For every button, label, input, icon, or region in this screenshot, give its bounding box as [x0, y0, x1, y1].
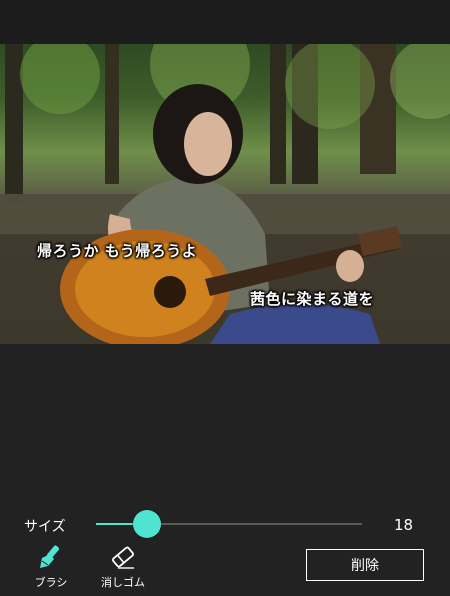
caption-line-2: 茜色に染まる道を — [250, 290, 375, 308]
size-value: 18 — [394, 516, 414, 534]
brush-tool-button[interactable]: ブラシ — [16, 544, 86, 590]
eraser-icon — [112, 546, 134, 569]
caption-line-1: 帰ろうか もう帰ろうよ — [37, 242, 198, 260]
size-slider[interactable] — [96, 510, 362, 538]
photo-image — [0, 44, 450, 344]
size-label: サイズ — [24, 519, 66, 535]
top-bar — [0, 0, 450, 44]
brush-tool-label: ブラシ — [34, 576, 68, 589]
eraser-tool-label: 消しゴム — [101, 576, 145, 589]
brush-icon — [40, 545, 59, 568]
delete-button[interactable]: 削除 — [306, 549, 424, 581]
size-slider-thumb[interactable] — [133, 510, 161, 538]
eraser-tool-button[interactable]: 消しゴム — [88, 544, 158, 590]
photo-canvas[interactable]: 帰ろうか もう帰ろうよ 茜色に染まる道を — [0, 44, 450, 344]
